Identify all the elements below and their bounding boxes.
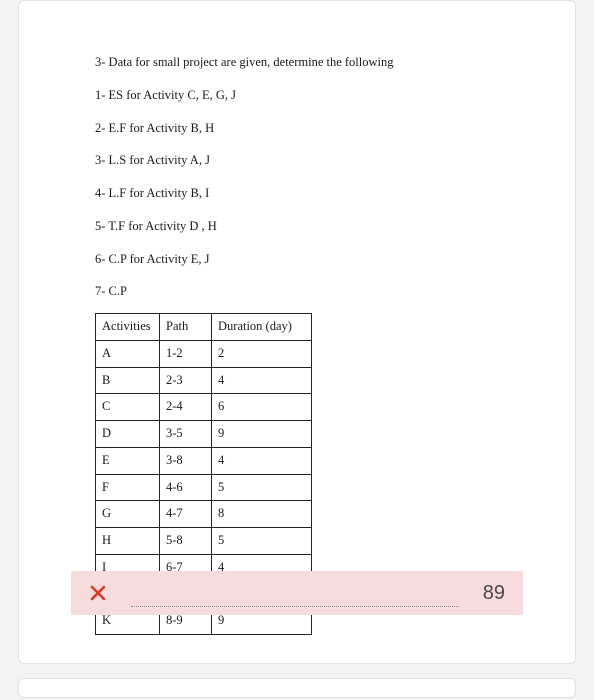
cell-duration: 8 xyxy=(212,501,312,528)
cell-path: 3-5 xyxy=(160,421,212,448)
answer-input[interactable] xyxy=(131,587,459,607)
answer-input-wrap xyxy=(131,571,459,615)
header-path: Path xyxy=(160,314,212,341)
cell-activity: H xyxy=(96,528,160,555)
cell-activity: C xyxy=(96,394,160,421)
cell-path: 4-7 xyxy=(160,501,212,528)
table-row: A1-22 xyxy=(96,340,312,367)
question-item: 7- C.P xyxy=(95,280,521,304)
cell-activity: G xyxy=(96,501,160,528)
table-row: B2-34 xyxy=(96,367,312,394)
question-item: 5- T.F for Activity D , H xyxy=(95,215,521,239)
cell-activity: E xyxy=(96,447,160,474)
cell-path: 5-8 xyxy=(160,528,212,555)
cell-activity: A xyxy=(96,340,160,367)
answer-bar: 89 xyxy=(71,571,523,615)
question-item: 6- C.P for Activity E, J xyxy=(95,248,521,272)
question-content: 3- Data for small project are given, det… xyxy=(53,41,541,635)
cell-path: 1-2 xyxy=(160,340,212,367)
question-item: 3- L.S for Activity A, J xyxy=(95,149,521,173)
cell-activity: F xyxy=(96,474,160,501)
incorrect-icon xyxy=(89,584,107,602)
table-row: H5-85 xyxy=(96,528,312,555)
cell-path: 3-8 xyxy=(160,447,212,474)
cell-duration: 6 xyxy=(212,394,312,421)
header-duration: Duration (day) xyxy=(212,314,312,341)
cell-duration: 2 xyxy=(212,340,312,367)
question-item: 1- ES for Activity C, E, G, J xyxy=(95,84,521,108)
cell-path: 4-6 xyxy=(160,474,212,501)
table-row: E3-84 xyxy=(96,447,312,474)
question-item: 4- L.F for Activity B, I xyxy=(95,182,521,206)
table-row: G4-78 xyxy=(96,501,312,528)
cell-activity: B xyxy=(96,367,160,394)
cell-duration: 5 xyxy=(212,528,312,555)
cell-duration: 4 xyxy=(212,367,312,394)
header-activities: Activities xyxy=(96,314,160,341)
table-row: F4-65 xyxy=(96,474,312,501)
cell-path: 2-3 xyxy=(160,367,212,394)
answer-score: 89 xyxy=(483,582,505,605)
question-card: 3- Data for small project are given, det… xyxy=(18,0,576,664)
next-card-peek xyxy=(18,678,576,698)
question-prompt: 3- Data for small project are given, det… xyxy=(95,51,521,75)
table-header-row: Activities Path Duration (day) xyxy=(96,314,312,341)
table-row: D3-59 xyxy=(96,421,312,448)
cell-path: 2-4 xyxy=(160,394,212,421)
cell-duration: 9 xyxy=(212,421,312,448)
cell-duration: 5 xyxy=(212,474,312,501)
table-row: C2-46 xyxy=(96,394,312,421)
cell-duration: 4 xyxy=(212,447,312,474)
cell-activity: D xyxy=(96,421,160,448)
question-item: 2- E.F for Activity B, H xyxy=(95,117,521,141)
